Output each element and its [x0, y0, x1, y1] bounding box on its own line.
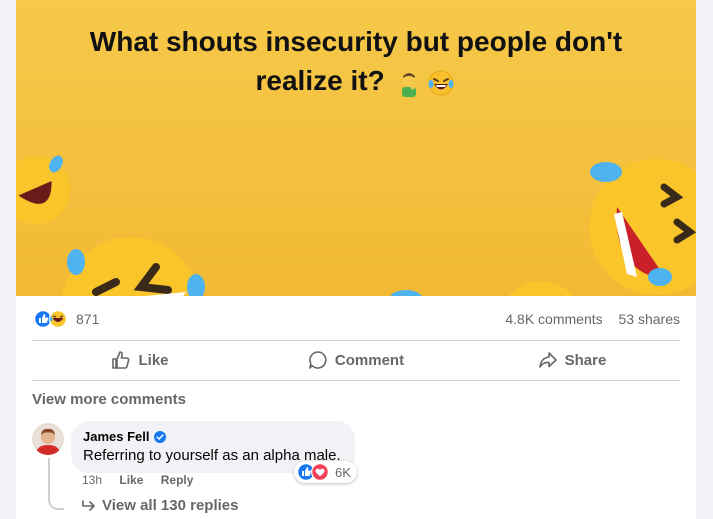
comment-label: Comment — [334, 351, 405, 369]
avatar-image-icon — [32, 423, 64, 455]
comment-meta: 13h Like Reply — [82, 473, 207, 487]
reply-arrow-icon — [82, 499, 95, 511]
facepalm-emoji-icon — [402, 71, 417, 97]
post-stats-bar: 871 4.8K comments 53 shares — [16, 296, 696, 340]
view-replies-link[interactable]: View all 130 replies — [82, 497, 238, 514]
post-title-text: What shouts insecurity but people don't … — [89, 26, 623, 96]
comment-timestamp[interactable]: 13h — [82, 473, 102, 487]
comment-button[interactable]: Comment — [248, 341, 464, 379]
laughing-tears-emoji-icon — [428, 70, 454, 96]
comment-reply-button[interactable]: Reply — [161, 473, 194, 487]
divider — [32, 380, 680, 381]
reaction-icons[interactable] — [34, 309, 74, 329]
post-card: What shouts insecurity but people don't … — [16, 0, 696, 519]
view-more-comments-link[interactable]: View more comments — [32, 391, 186, 408]
share-label: Share — [564, 351, 607, 369]
post-title: What shouts insecurity but people don't … — [56, 22, 656, 100]
avatar[interactable] — [32, 423, 64, 455]
comment-bubble-icon — [309, 351, 327, 369]
reaction-count[interactable]: 871 — [76, 311, 99, 327]
share-button[interactable]: Share — [464, 341, 680, 379]
comment-like-button[interactable]: Like — [119, 473, 143, 487]
comments-count[interactable]: 4.8K comments — [505, 311, 602, 327]
laughing-face-bottom-icon — [508, 281, 574, 296]
post-actions-bar: Like Comment Share — [32, 341, 680, 379]
post-image[interactable]: What shouts insecurity but people don't … — [16, 0, 696, 296]
laughing-face-right-icon — [589, 159, 696, 295]
like-button[interactable]: Like — [32, 341, 248, 379]
comment-reactions[interactable]: 6K — [294, 461, 357, 483]
view-replies-label: View all 130 replies — [102, 497, 239, 514]
like-love-reaction-icon — [297, 463, 329, 481]
comment-reaction-count: 6K — [335, 464, 351, 480]
shares-count[interactable]: 53 shares — [619, 311, 680, 327]
post-stats-right: 4.8K comments 53 shares — [505, 311, 680, 327]
comment-author-name[interactable]: James Fell — [83, 429, 150, 444]
laughing-face-bottom-left-icon — [61, 237, 205, 296]
like-label: Like — [138, 351, 169, 369]
comment-author[interactable]: James Fell — [83, 429, 343, 444]
share-arrow-icon — [538, 352, 557, 368]
teardrop-bottom-icon — [390, 290, 422, 296]
reply-thread-line — [48, 458, 64, 510]
laughing-face-left-icon — [16, 155, 70, 224]
thumbs-up-icon — [112, 351, 130, 369]
verified-badge-icon — [153, 430, 166, 443]
